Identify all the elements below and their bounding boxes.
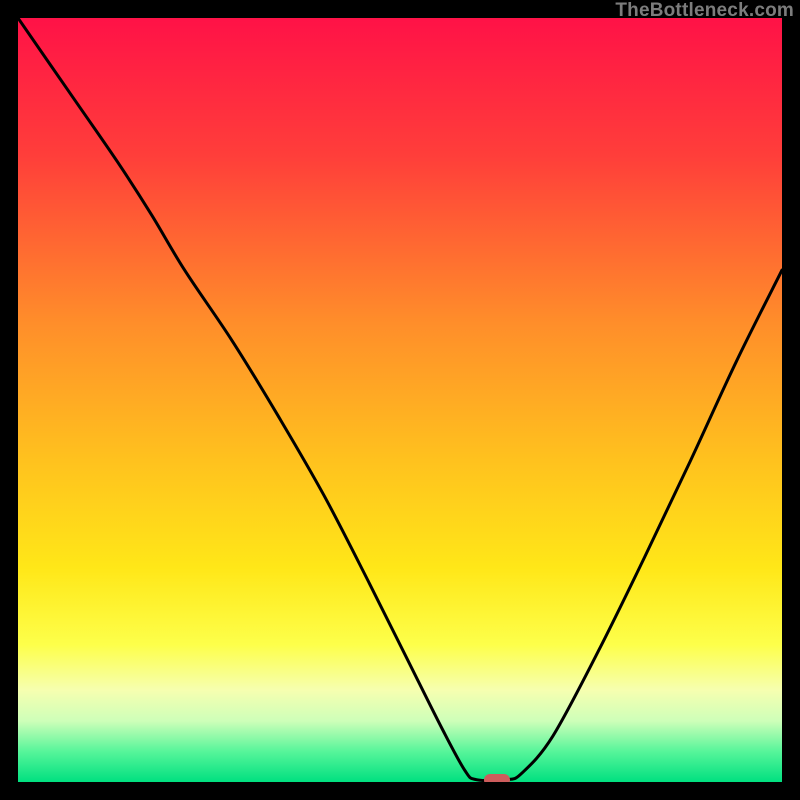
watermark-text: TheBottleneck.com [615, 0, 794, 22]
bottleneck-curve [18, 18, 782, 781]
plot-area [18, 18, 782, 782]
chart-stage: TheBottleneck.com [0, 0, 800, 800]
curve-layer [18, 18, 782, 782]
optimal-marker [484, 774, 510, 782]
